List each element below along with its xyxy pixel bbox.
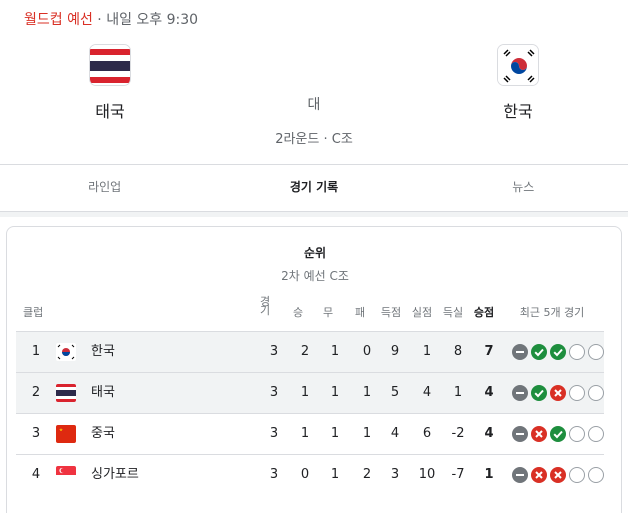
table-row[interactable]: 2 태국 3 1 1 1 5 4 1 4 <box>16 372 604 413</box>
away-team-name: 한국 <box>503 102 533 121</box>
ga-cell: 6 <box>422 426 432 441</box>
korea-flag-icon <box>56 343 76 361</box>
team-name-cell[interactable]: 태국 <box>91 373 115 413</box>
korea-flag-icon <box>497 44 539 86</box>
table-row[interactable]: 3 중국 3 1 1 1 4 6 -2 4 <box>16 413 604 454</box>
ga-cell: 1 <box>422 344 432 359</box>
standings-title: 순위 <box>303 246 327 260</box>
header-lost: 패 <box>354 306 366 319</box>
standings-subtitle: 2차 예선 C조 <box>281 269 349 283</box>
drawn-cell: 1 <box>330 426 340 441</box>
recent-form <box>512 467 604 483</box>
form-none-icon <box>569 385 585 401</box>
header-club: 클럽 <box>23 306 44 319</box>
form-none-icon <box>569 467 585 483</box>
lost-cell: 1 <box>362 426 372 441</box>
rank-cell: 4 <box>31 467 41 482</box>
form-none-icon <box>588 344 604 360</box>
thailand-flag-icon <box>56 384 76 402</box>
pts-cell: 7 <box>484 344 494 359</box>
header-goal-diff: 득실 <box>442 306 464 319</box>
recent-form <box>512 426 604 442</box>
form-win-icon <box>550 426 566 442</box>
header-points: 승점 <box>473 306 495 319</box>
singapore-flag-icon <box>56 466 76 484</box>
rank-cell: 2 <box>31 385 41 400</box>
gd-cell: -2 <box>451 426 465 441</box>
gd-cell: -7 <box>451 467 465 482</box>
header-goals-for: 득점 <box>380 306 402 319</box>
rank-cell: 1 <box>31 344 41 359</box>
gf-cell: 3 <box>390 467 400 482</box>
header-drawn: 무 <box>322 306 334 319</box>
drawn-cell: 1 <box>330 467 340 482</box>
form-none-icon <box>569 426 585 442</box>
played-cell: 3 <box>269 467 279 482</box>
match-header: 월드컵 예선 · 내일 오후 9:30 <box>24 9 198 29</box>
header-goals-against: 실점 <box>411 306 433 319</box>
header-won: 승 <box>292 306 304 319</box>
form-loss-icon <box>550 385 566 401</box>
header-form: 최근 5개 경기 <box>519 306 585 319</box>
header-played: 경기 <box>259 295 271 317</box>
tab-match-stats[interactable]: 경기 기록 <box>209 165 418 211</box>
tab-lineup[interactable]: 라인업 <box>0 165 209 211</box>
gd-cell: 8 <box>453 344 463 359</box>
gf-cell: 5 <box>390 385 400 400</box>
thailand-flag-icon <box>89 44 131 86</box>
form-win-icon <box>531 385 547 401</box>
away-team[interactable]: 한국 <box>473 44 563 122</box>
competition-link[interactable]: 월드컵 예선 <box>24 12 93 28</box>
team-name-cell[interactable]: 싱가포르 <box>91 455 139 495</box>
header-separator: · <box>92 12 107 28</box>
form-none-icon <box>569 344 585 360</box>
rank-cell: 3 <box>31 426 41 441</box>
played-cell: 3 <box>269 344 279 359</box>
form-draw-icon <box>512 426 528 442</box>
form-none-icon <box>588 467 604 483</box>
form-draw-icon <box>512 467 528 483</box>
ga-cell: 10 <box>418 467 436 482</box>
won-cell: 1 <box>300 385 310 400</box>
tab-news[interactable]: 뉴스 <box>419 165 628 211</box>
won-cell: 2 <box>300 344 310 359</box>
table-row[interactable]: 1 한국 3 2 1 0 9 1 8 7 <box>16 331 604 372</box>
lost-cell: 2 <box>362 467 372 482</box>
team-name-cell[interactable]: 중국 <box>91 414 115 454</box>
recent-form <box>512 385 604 401</box>
drawn-cell: 1 <box>330 385 340 400</box>
match-time: 내일 오후 9:30 <box>106 12 199 28</box>
form-draw-icon <box>512 344 528 360</box>
team-name-cell[interactable]: 한국 <box>91 332 115 372</box>
form-loss-icon <box>531 426 547 442</box>
gf-cell: 9 <box>390 344 400 359</box>
won-cell: 1 <box>300 426 310 441</box>
form-none-icon <box>588 426 604 442</box>
form-win-icon <box>550 344 566 360</box>
china-flag-icon <box>56 425 76 443</box>
gf-cell: 4 <box>390 426 400 441</box>
tab-bar-divider <box>0 211 628 217</box>
round-info: 2라운드 · C조 <box>275 132 353 147</box>
ga-cell: 4 <box>422 385 432 400</box>
drawn-cell: 1 <box>330 344 340 359</box>
played-cell: 3 <box>269 385 279 400</box>
gd-cell: 1 <box>453 385 463 400</box>
tab-bar: 라인업 경기 기록 뉴스 <box>0 165 628 211</box>
pts-cell: 1 <box>484 467 494 482</box>
form-none-icon <box>588 385 604 401</box>
lost-cell: 0 <box>362 344 372 359</box>
table-row[interactable]: 4 싱가포르 3 0 1 2 3 10 -7 1 <box>16 454 604 495</box>
pts-cell: 4 <box>484 385 494 400</box>
lost-cell: 1 <box>362 385 372 400</box>
recent-form <box>512 344 604 360</box>
standings-card: 순위 2차 예선 C조 클럽 경기 승 무 패 득점 실점 득실 승점 최근 5… <box>6 226 622 513</box>
won-cell: 0 <box>300 467 310 482</box>
form-loss-icon <box>550 467 566 483</box>
form-win-icon <box>531 344 547 360</box>
played-cell: 3 <box>269 426 279 441</box>
form-draw-icon <box>512 385 528 401</box>
form-loss-icon <box>531 467 547 483</box>
pts-cell: 4 <box>484 426 494 441</box>
